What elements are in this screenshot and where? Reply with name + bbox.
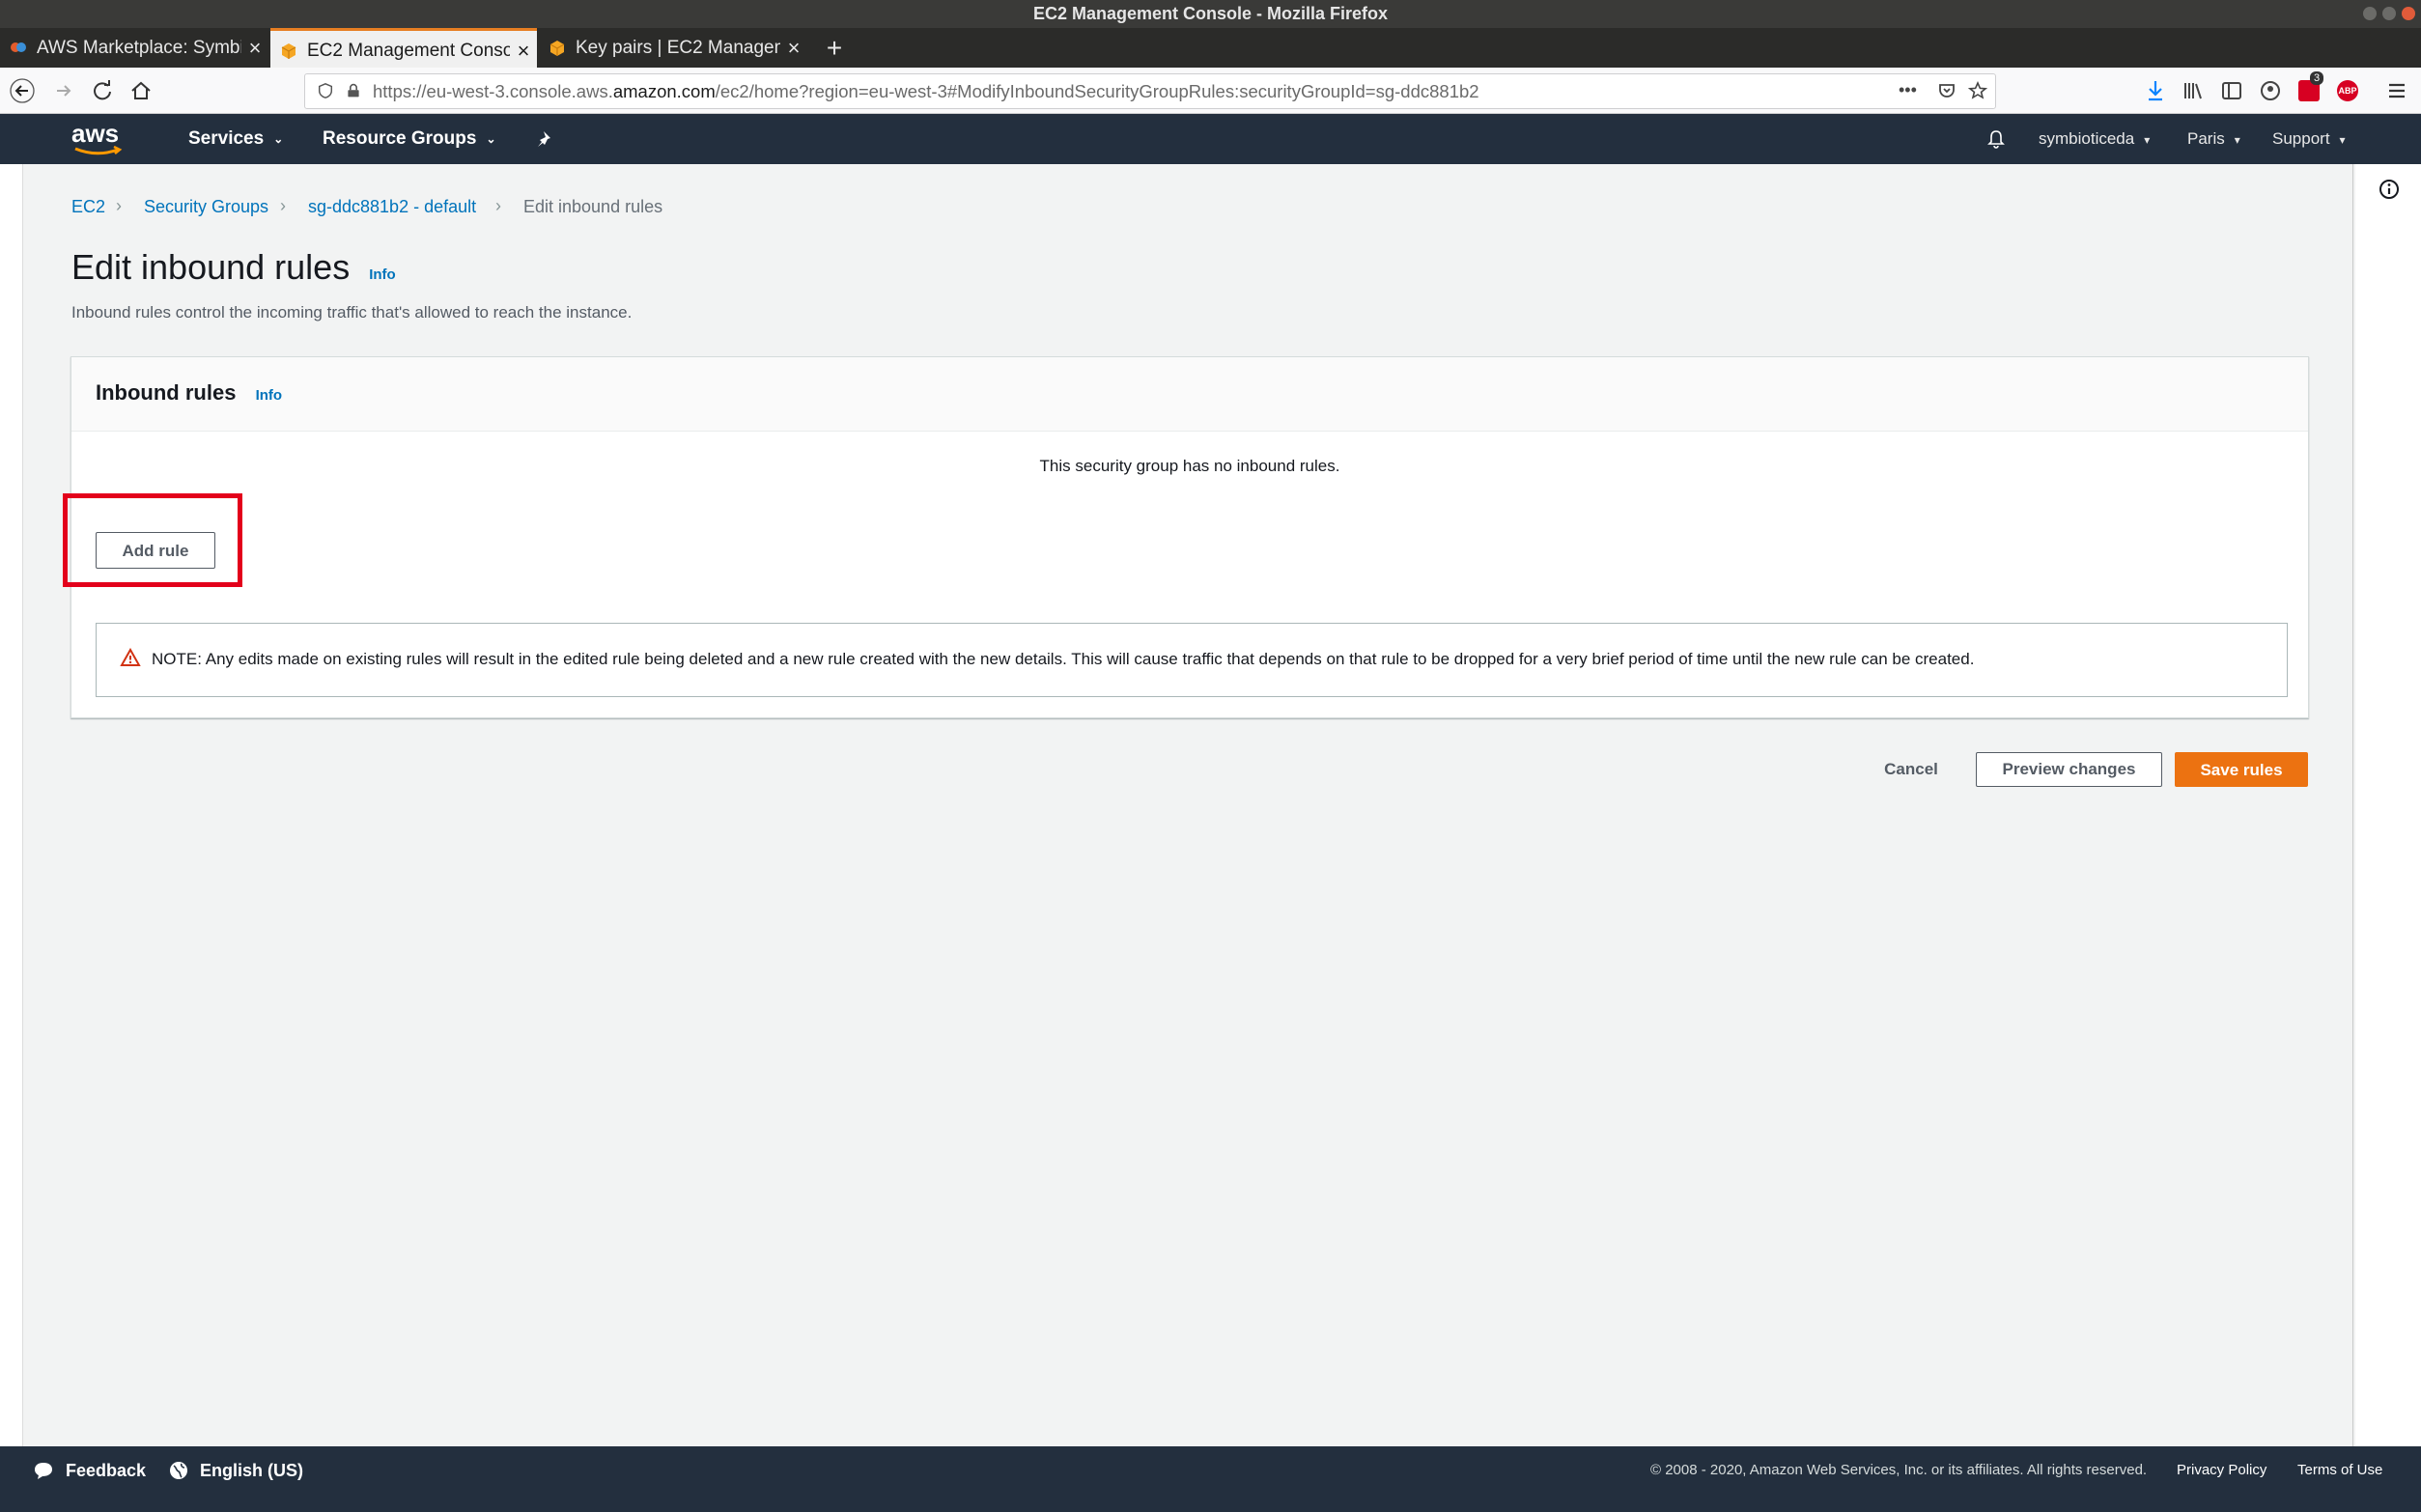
caret-down-icon: ▾: [2144, 132, 2151, 147]
browser-navbar: https://eu-west-3.console.aws.amazon.com…: [0, 68, 2421, 114]
resource-groups-menu[interactable]: Resource Groups ⌄: [323, 114, 496, 164]
support-menu[interactable]: Support ▾: [2272, 114, 2346, 164]
empty-rules-message: This security group has no inbound rules…: [1039, 457, 1340, 475]
highlight-box: [63, 493, 242, 587]
library-icon[interactable]: [2182, 79, 2205, 102]
home-icon[interactable]: [128, 78, 154, 103]
close-tab-icon[interactable]: ×: [241, 36, 268, 61]
globe-icon: [170, 1462, 187, 1479]
aws-box-favicon-icon: [281, 42, 296, 59]
extension-badge: 3: [2310, 71, 2324, 85]
feedback-link[interactable]: Feedback: [66, 1446, 146, 1495]
chevron-right-icon: ›: [280, 196, 286, 215]
tab-label: EC2 Management Conso: [307, 40, 510, 61]
tab-key-pairs[interactable]: Key pairs | EC2 Managem ×: [539, 28, 807, 68]
tab-ec2-console[interactable]: EC2 Management Conso ×: [270, 28, 537, 70]
tab-strip: AWS Marketplace: Symbi × EC2 Management …: [0, 28, 2421, 70]
chevron-right-icon: ›: [495, 196, 501, 215]
maximize-button[interactable]: [2382, 7, 2396, 20]
menu-hamburger-icon[interactable]: [2385, 79, 2408, 102]
language-selector[interactable]: English (US): [200, 1446, 303, 1495]
note-text: NOTE: Any edits made on existing rules w…: [152, 650, 1975, 668]
region-menu[interactable]: Paris ▾: [2187, 114, 2240, 164]
panel-header: Inbound rules Info: [71, 357, 2308, 432]
window-title: EC2 Management Console - Mozilla Firefox: [1032, 4, 1389, 23]
chevron-down-icon: ⌄: [486, 132, 496, 146]
reload-icon[interactable]: [90, 78, 115, 103]
chevron-right-icon: ›: [116, 196, 122, 215]
page-title: Edit inbound rules Info: [71, 247, 396, 287]
pin-icon[interactable]: [536, 129, 555, 149]
sidebar-icon[interactable]: [2220, 79, 2243, 102]
close-tab-icon[interactable]: ×: [780, 36, 807, 61]
inbound-rules-panel: Inbound rules Info This security group h…: [70, 356, 2309, 718]
help-panel-rail: [2355, 164, 2421, 1446]
account-menu[interactable]: symbioticeda ▾: [2039, 114, 2150, 164]
back-icon[interactable]: [10, 78, 35, 103]
caret-down-icon: ▾: [2339, 132, 2346, 147]
downloads-icon[interactable]: [2146, 79, 2165, 102]
tab-label: Key pairs | EC2 Managem: [576, 37, 780, 58]
save-rules-button[interactable]: Save rules: [2175, 752, 2308, 787]
account-icon[interactable]: [2259, 79, 2282, 102]
adblock-plus-icon[interactable]: ABP: [2337, 80, 2358, 101]
copyright-text: © 2008 - 2020, Amazon Web Services, Inc.…: [1650, 1462, 2148, 1478]
shield-icon[interactable]: [317, 82, 334, 99]
lock-icon[interactable]: [346, 82, 361, 99]
aws-logo[interactable]: aws: [71, 121, 126, 159]
address-bar[interactable]: https://eu-west-3.console.aws.amazon.com…: [304, 73, 1996, 109]
cancel-button[interactable]: Cancel: [1873, 752, 1949, 787]
close-tab-icon[interactable]: ×: [510, 39, 537, 64]
breadcrumb-security-group[interactable]: sg-ddc881b2 - default: [308, 196, 476, 217]
edit-warning-note: NOTE: Any edits made on existing rules w…: [96, 623, 2288, 697]
forward-icon[interactable]: [51, 78, 76, 103]
page-actions-icon[interactable]: •••: [1899, 74, 1917, 106]
pocket-icon[interactable]: [1937, 81, 1957, 100]
console-footer: Feedback English (US) © 2008 - 2020, Ama…: [0, 1446, 2421, 1512]
tab-aws-marketplace[interactable]: AWS Marketplace: Symbi ×: [0, 28, 268, 68]
services-menu[interactable]: Services ⌄: [188, 114, 283, 164]
new-tab-icon[interactable]: +: [817, 28, 852, 68]
breadcrumb-ec2[interactable]: EC2: [71, 196, 105, 217]
terms-of-use-link[interactable]: Terms of Use: [2297, 1446, 2382, 1495]
page-description: Inbound rules control the incoming traff…: [71, 303, 633, 322]
warning-triangle-icon: [120, 648, 141, 666]
info-circle-icon[interactable]: [2379, 179, 2400, 200]
url-text[interactable]: https://eu-west-3.console.aws.amazon.com…: [373, 74, 1479, 108]
notification-bell-icon[interactable]: [1985, 128, 2007, 150]
window-titlebar: EC2 Management Console - Mozilla Firefox: [0, 0, 2421, 28]
minimize-button[interactable]: [2363, 7, 2377, 20]
page-info-link[interactable]: Info: [369, 266, 396, 283]
close-window-button[interactable]: [2402, 7, 2415, 20]
feedback-bubble-icon: [35, 1463, 52, 1479]
chevron-down-icon: ⌄: [273, 132, 284, 146]
marketplace-favicon-icon: [11, 42, 26, 52]
extension-icon[interactable]: 3: [2298, 71, 2324, 101]
bookmark-star-icon[interactable]: [1968, 81, 1987, 100]
breadcrumb-security-groups[interactable]: Security Groups: [144, 196, 268, 217]
caret-down-icon: ▾: [2234, 132, 2240, 147]
tab-label: AWS Marketplace: Symbi: [37, 37, 241, 58]
breadcrumb-current: Edit inbound rules: [523, 197, 663, 216]
panel-title: Inbound rules Info: [96, 380, 283, 405]
preview-changes-button[interactable]: Preview changes: [1976, 752, 2162, 787]
aws-box-favicon-icon: [549, 40, 565, 56]
privacy-policy-link[interactable]: Privacy Policy: [2177, 1446, 2266, 1495]
left-gutter: [0, 164, 22, 1446]
aws-top-nav: aws Services ⌄ Resource Groups ⌄ symbiotic…: [0, 114, 2421, 164]
panel-info-link[interactable]: Info: [256, 387, 283, 404]
